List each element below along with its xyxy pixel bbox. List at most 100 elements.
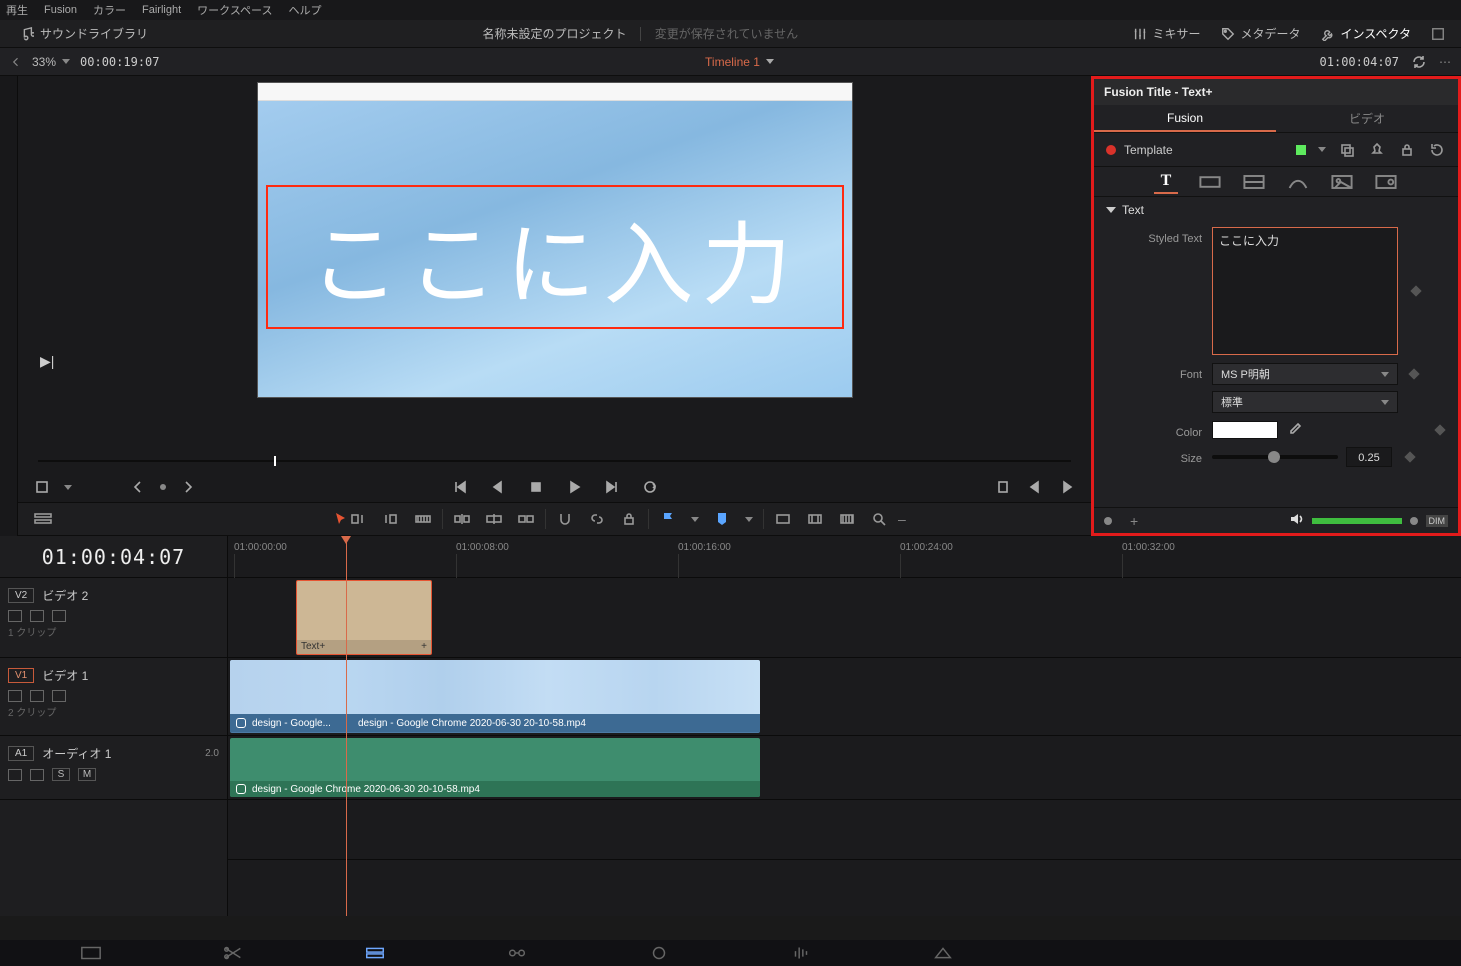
eyedropper-icon[interactable] (1286, 422, 1302, 438)
clip-audio[interactable]: design - Google Chrome 2020-06-30 20-10-… (230, 738, 760, 797)
next-clip-icon[interactable] (1059, 479, 1075, 495)
zoom-tool-icon[interactable] (806, 511, 824, 527)
size-value[interactable]: 0.25 (1346, 447, 1392, 467)
timeline-playhead[interactable] (346, 536, 347, 916)
dim-badge[interactable]: DIM (1426, 515, 1449, 527)
chevron-down-icon[interactable] (691, 517, 699, 522)
media-page-icon[interactable] (80, 944, 102, 962)
reset-icon[interactable] (1428, 142, 1446, 158)
chevron-down-icon[interactable] (64, 485, 72, 490)
track-row-v2[interactable]: Text+ (228, 578, 1461, 658)
snap-icon[interactable] (556, 511, 574, 527)
search-icon[interactable] (870, 511, 888, 527)
clip-video[interactable]: design - Google... design - Google Chrom… (230, 660, 760, 733)
zoom-out-icon[interactable]: – (898, 511, 906, 527)
image-tab-icon[interactable] (1330, 170, 1354, 194)
font-style-select[interactable]: 標準 (1212, 391, 1398, 413)
layout-tab-icon[interactable] (1198, 170, 1222, 194)
replace-icon[interactable] (517, 511, 535, 527)
auto-select-icon[interactable] (30, 690, 44, 702)
selection-tool-icon[interactable] (332, 511, 350, 527)
edit-page-icon[interactable] (364, 944, 386, 962)
copy-icon[interactable] (1338, 142, 1356, 158)
track-badge[interactable]: V2 (8, 588, 34, 603)
lock-icon[interactable] (1398, 142, 1416, 158)
scrub-playhead[interactable] (274, 456, 276, 466)
color-page-icon[interactable] (648, 944, 670, 962)
timecode-record[interactable]: 01:00:04:07 (1320, 55, 1399, 69)
auto-select-icon[interactable] (30, 769, 44, 781)
prev-frame-icon[interactable] (490, 479, 506, 495)
tab-fusion[interactable]: Fusion (1094, 105, 1276, 132)
timeline-view-icon[interactable] (34, 511, 52, 527)
timeline-name[interactable]: Timeline 1 (705, 55, 760, 69)
overwrite-icon[interactable] (485, 511, 503, 527)
loop-icon[interactable] (642, 479, 658, 495)
mute-button[interactable]: M (78, 768, 96, 781)
track-badge[interactable]: V1 (8, 668, 34, 683)
go-start-icon[interactable] (452, 479, 468, 495)
track-row-v1[interactable]: design - Google... design - Google Chrom… (228, 658, 1461, 736)
viewer-canvas[interactable]: ここに入力 (257, 82, 853, 398)
menu-item[interactable]: Fairlight (142, 4, 181, 16)
track-badge[interactable]: A1 (8, 746, 34, 761)
cut-page-icon[interactable] (222, 944, 244, 962)
solo-button[interactable]: S (52, 768, 70, 781)
zoom-tool-icon[interactable] (774, 511, 792, 527)
zoom-level[interactable]: 33% (32, 55, 70, 69)
template-row[interactable]: Template (1094, 133, 1458, 167)
zoom-tool-icon[interactable] (838, 511, 856, 527)
styled-text-input[interactable] (1212, 227, 1398, 355)
keyframe-diamond-icon[interactable] (1404, 451, 1415, 462)
size-slider[interactable] (1212, 455, 1338, 459)
menu-item[interactable]: 再生 (6, 2, 28, 18)
mixer-button[interactable]: ミキサー (1133, 25, 1201, 42)
menu-item[interactable]: カラー (93, 2, 126, 18)
deliver-page-icon[interactable] (932, 944, 954, 962)
menu-item[interactable]: ワークスペース (197, 2, 272, 18)
next-edit-icon[interactable] (180, 479, 196, 495)
track-header-a1[interactable]: A1 オーディオ 1 2.0 S M (0, 736, 227, 800)
text-section-header[interactable]: Text (1094, 197, 1458, 223)
metadata-button[interactable]: メタデータ (1221, 25, 1301, 42)
link-icon[interactable] (588, 511, 606, 527)
clip-textplus[interactable]: Text+ (296, 580, 432, 655)
shading-tab-icon[interactable] (1286, 170, 1310, 194)
lock-icon[interactable] (8, 690, 22, 702)
keyframe-diamond-icon[interactable] (1410, 285, 1421, 296)
step-forward-icon[interactable]: ▶| (40, 353, 54, 370)
auto-select-icon[interactable] (30, 610, 44, 622)
fusion-page-icon[interactable] (506, 944, 528, 962)
timeline-ruler[interactable]: 01:00:00:00 01:00:08:00 01:00:16:00 01:0… (228, 536, 1461, 578)
speaker-icon[interactable] (1288, 511, 1304, 530)
font-family-select[interactable]: MS P明朝 (1212, 363, 1398, 385)
transform-tab-icon[interactable] (1242, 170, 1266, 194)
sync-icon[interactable] (1411, 54, 1427, 70)
keyframe-diamond-icon[interactable] (1434, 424, 1445, 435)
razor-icon[interactable] (414, 511, 432, 527)
lock-icon[interactable] (8, 610, 22, 622)
prev-edit-icon[interactable] (130, 479, 146, 495)
maximize-icon[interactable] (1431, 27, 1445, 41)
track-header-v2[interactable]: V2 ビデオ 2 1 クリップ (0, 578, 227, 658)
marker-icon[interactable] (713, 511, 731, 527)
timeline-tracks[interactable]: 01:00:00:00 01:00:08:00 01:00:16:00 01:0… (228, 536, 1461, 916)
chevron-left-icon[interactable] (10, 56, 22, 68)
prev-clip-icon[interactable] (1027, 479, 1043, 495)
tab-video[interactable]: ビデオ (1276, 105, 1458, 132)
track-visible-icon[interactable] (52, 610, 66, 622)
track-row-a1[interactable]: design - Google Chrome 2020-06-30 20-10-… (228, 736, 1461, 800)
go-end-icon[interactable] (604, 479, 620, 495)
lock-icon[interactable] (8, 769, 22, 781)
text-tab-icon[interactable]: T (1154, 170, 1178, 194)
timecode-source[interactable]: 00:00:19:07 (80, 55, 159, 69)
trim-in-icon[interactable] (350, 511, 368, 527)
viewer-scrub[interactable] (38, 454, 1071, 468)
color-swatch[interactable] (1212, 421, 1278, 439)
plus-icon[interactable]: + (1130, 513, 1138, 529)
pin-icon[interactable] (1368, 142, 1386, 158)
lock-icon[interactable] (620, 511, 638, 527)
mark-in-icon[interactable] (995, 479, 1011, 495)
fairlight-page-icon[interactable] (790, 944, 812, 962)
crop-icon[interactable] (34, 479, 50, 495)
